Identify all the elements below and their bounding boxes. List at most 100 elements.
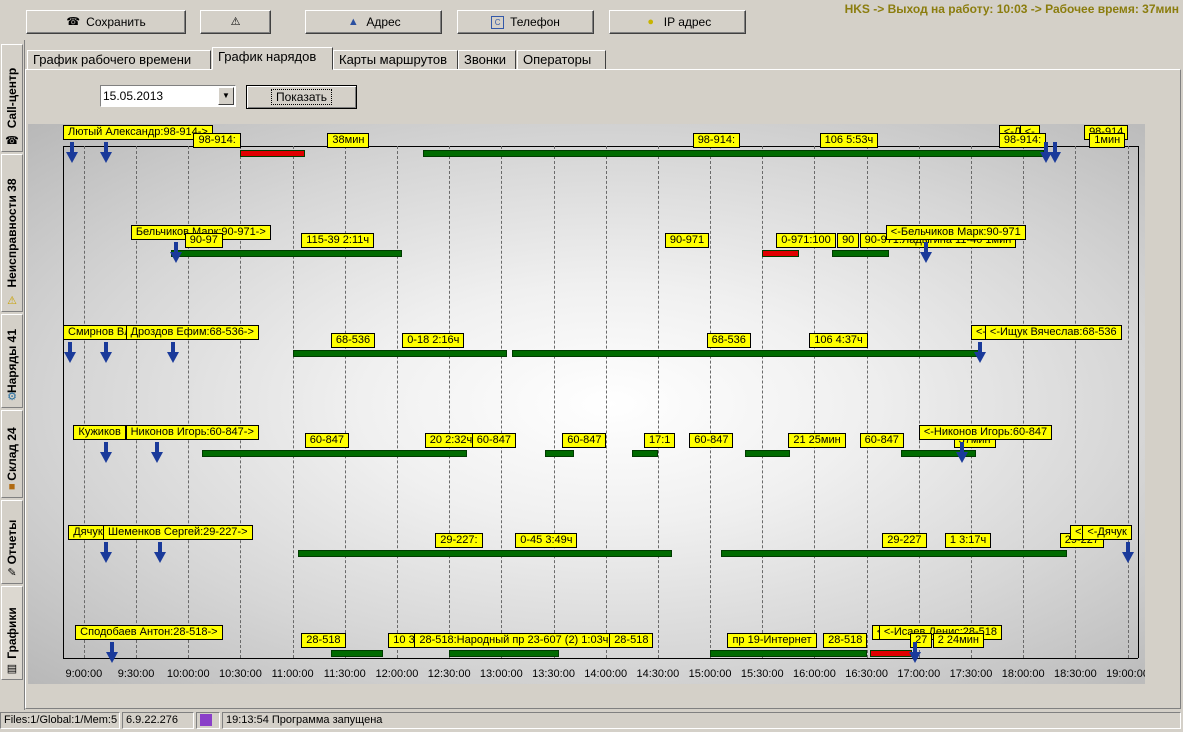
x-tick-label: 17:30:00 [949,668,993,680]
gridline [762,146,764,658]
arrow-down-icon[interactable] [63,342,77,364]
status-app-icon [196,712,220,729]
tab-calls[interactable]: Звонки [458,50,516,70]
order-label[interactable]: 17:1 [643,433,676,448]
order-label[interactable]: Никонов Игорь:60-847-> [125,425,259,440]
gridline [605,146,607,658]
sidebar-tab-charts[interactable]: Графики ▤ [1,586,23,680]
gridline [396,146,398,658]
order-label[interactable]: <-Дячук [1082,525,1132,540]
x-tick-label: 10:30:00 [219,668,262,680]
order-label[interactable]: 28-518 [609,633,654,648]
order-bar [449,650,559,657]
arrow-down-icon[interactable] [955,442,969,464]
sidebar-tab-call-center[interactable]: Call-центр ☎ [1,44,23,152]
order-label[interactable]: 29-227: [435,533,483,548]
order-label[interactable]: 0-18 2:16ч [402,333,465,348]
order-label[interactable]: 38мин [327,133,370,148]
gridline [83,146,85,658]
arrow-down-icon[interactable] [150,442,164,464]
order-label[interactable]: 60-847 [859,433,904,448]
date-value: 15.05.2013 [103,89,164,103]
order-label[interactable]: 1мин [1089,133,1126,148]
alert-button[interactable]: ⚠ [200,10,271,34]
order-label[interactable]: 98-914: [692,133,740,148]
arrow-down-icon[interactable] [973,342,987,364]
arrow-down-icon[interactable] [99,342,113,364]
status-bar: Files:1/Global:1/Mem:5 6.9.22.276 19:13:… [0,711,1183,732]
order-label[interactable]: пр 19-Интернет [727,633,817,648]
order-label[interactable]: 60-847 [562,433,607,448]
order-label[interactable]: 28-518 [823,633,868,648]
order-label[interactable]: 68-536 [330,333,376,348]
tab-operators[interactable]: Операторы [517,50,606,70]
sidebar-tab-reports[interactable]: Отчеты ✎ [1,500,23,584]
order-label[interactable]: 28-518:Народный пр 23-607 (2) 1:03ч [414,633,614,648]
order-label[interactable]: 90-971 [664,233,710,248]
order-label[interactable]: 20 2:32ч [424,433,478,448]
order-label[interactable]: <-Бельчиков Марк:90-971 [885,225,1026,240]
gridline [240,146,242,658]
arrow-down-icon[interactable] [1121,542,1135,564]
order-label[interactable]: 0-45 3:49ч [515,533,578,548]
sidebar-tab-faults[interactable]: Неисправности 38 ⚠ [1,154,23,312]
arrow-down-icon[interactable] [919,242,933,264]
chevron-down-icon[interactable]: ▼ [218,87,234,105]
orders-gantt-chart: 9:00:00 9:30:00 10:00:00 10:30:00 11:00:00 11… [28,124,1145,684]
order-label[interactable]: 0-971:100 [776,233,836,248]
gridline [292,146,294,658]
arrow-down-icon[interactable] [65,142,79,164]
order-label[interactable]: 106 5:53ч [819,133,879,148]
sidebar-tab-label: Call-центр [5,67,19,129]
order-label[interactable]: 60-847 [471,433,517,448]
x-tick-label: 12:00:00 [375,668,419,680]
arrow-down-icon[interactable] [908,642,922,664]
order-label[interactable]: 28-518 [301,633,346,648]
address-button[interactable]: ▲ Адрес [305,10,442,34]
order-label[interactable]: 1 3:17ч [944,533,992,548]
ip-address-button[interactable]: ● IP адрес [609,10,746,34]
sidebar-tab-orders[interactable]: Наряды 41 ⚙ [1,314,23,408]
x-tick-label: 12:30:00 [427,668,471,680]
arrow-down-icon[interactable] [99,542,113,564]
order-label[interactable]: Шеменков Сергей:29-227-> [103,525,253,540]
phone-button[interactable]: C Телефон [457,10,594,34]
order-label[interactable]: 2 24мин [932,633,984,648]
order-label[interactable]: 90 [837,233,860,248]
arrow-down-icon[interactable] [105,642,119,664]
arrow-down-icon[interactable] [153,542,167,564]
arrow-down-icon[interactable] [169,242,183,264]
order-label[interactable]: Кужиков [73,425,126,440]
arrow-down-icon[interactable] [99,142,113,164]
phone-label: Телефон [510,15,560,29]
order-label[interactable]: Сподобаев Антон:28-518-> [75,625,223,640]
order-label[interactable]: Дроздов Ефим:68-536-> [125,325,259,340]
order-label[interactable]: <-Ищук Вячеслав:68-536 [984,325,1122,340]
sidebar-tab-warehouse[interactable]: Склад 24 ■ [1,410,23,498]
arrow-down-icon[interactable] [1048,142,1062,164]
tab-orders-schedule[interactable]: График нарядов [212,47,333,70]
order-label[interactable]: Дячук [68,525,108,540]
order-label[interactable]: 21 25мин [788,433,846,448]
order-bar [240,150,305,157]
order-label[interactable]: <-Никонов Игорь:60-847 [918,425,1053,440]
order-label[interactable]: 98-914: [193,133,241,148]
order-label[interactable]: 90-97 [184,233,223,248]
tab-route-maps[interactable]: Карты маршрутов [333,50,458,70]
order-label[interactable]: 60-847 [689,433,734,448]
ip-label: IP адрес [663,15,712,29]
order-label[interactable]: 106 4:37ч [809,333,868,348]
date-picker[interactable]: 15.05.2013 ▼ [100,85,236,107]
order-label[interactable]: 115-39 2:11ч [301,233,375,248]
gridline [501,146,503,658]
order-label[interactable]: 68-536 [706,333,751,348]
arrow-down-icon[interactable] [166,342,180,364]
arrow-down-icon[interactable] [99,442,113,464]
order-label[interactable]: Лютый Александр:98-914-> [63,125,213,140]
show-button[interactable]: Показать [246,85,357,109]
x-tick-label: 18:30:00 [1053,668,1097,680]
order-label[interactable]: 60-847 [304,433,350,448]
tab-work-schedule[interactable]: График рабочего времени [27,50,211,70]
save-button[interactable]: ☎ Сохранить [26,10,186,34]
order-label[interactable]: 29-227 [882,533,927,548]
